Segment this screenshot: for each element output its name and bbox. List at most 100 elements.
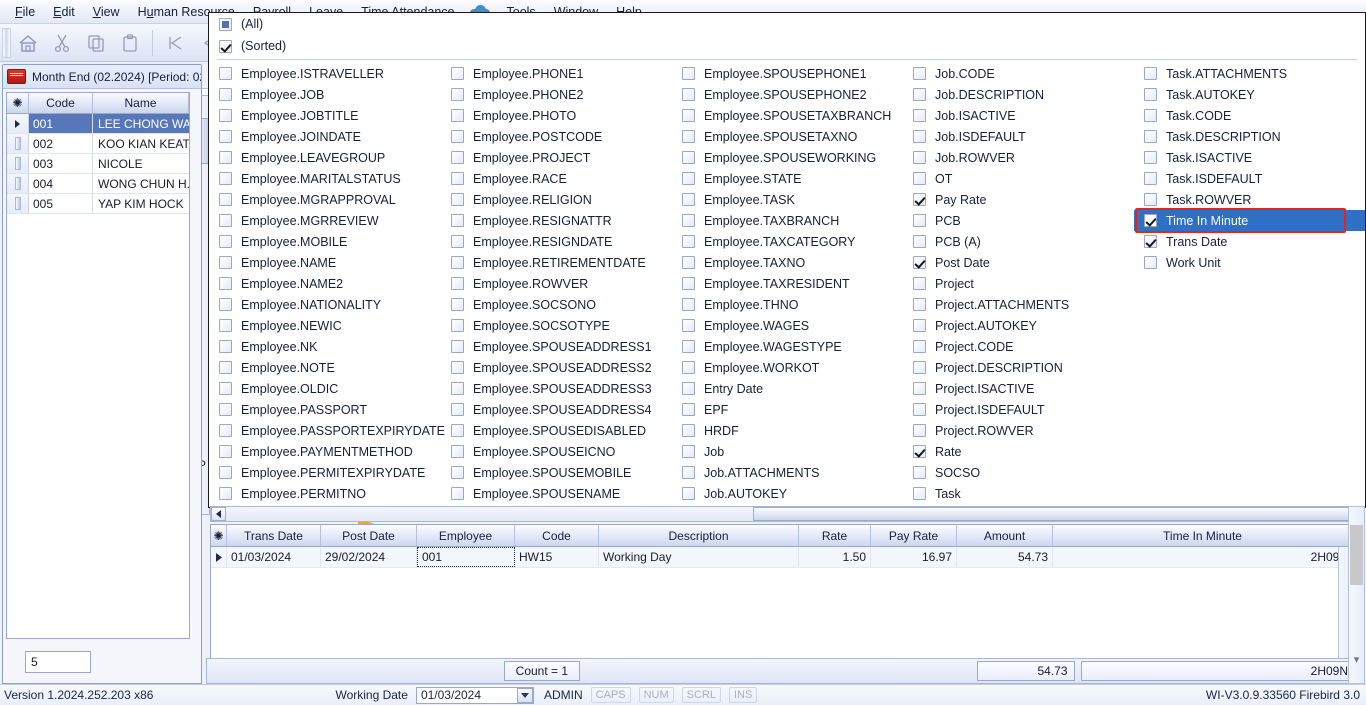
dropdown-item[interactable]: Employee.JOBTITLE — [209, 105, 441, 126]
checkbox[interactable] — [219, 340, 232, 353]
dropdown-item[interactable]: Employee.NEWIC — [209, 315, 441, 336]
checkbox[interactable] — [1144, 214, 1157, 227]
detail-column-code[interactable]: Code — [515, 525, 599, 546]
dropdown-item[interactable]: Employee.SPOUSEMOBILE — [441, 462, 672, 483]
checkbox[interactable] — [913, 277, 926, 290]
dropdown-item[interactable]: Project.AUTOKEY — [903, 315, 1134, 336]
dropdown-item[interactable]: Employee.SPOUSETAXNO — [672, 126, 903, 147]
checkbox[interactable] — [451, 340, 464, 353]
cell-code[interactable]: HW15 — [515, 547, 599, 567]
dropdown-item[interactable]: Employee.PHOTO — [441, 105, 672, 126]
checkbox[interactable] — [682, 88, 695, 101]
checkbox[interactable] — [1144, 88, 1157, 101]
checkbox-all[interactable] — [219, 18, 232, 31]
checkbox[interactable] — [451, 88, 464, 101]
dropdown-item[interactable]: Employee.SPOUSEADDRESS3 — [441, 378, 672, 399]
checkbox[interactable] — [1144, 130, 1157, 143]
dropdown-item[interactable]: SOCSO — [903, 462, 1134, 483]
checkbox[interactable] — [451, 214, 464, 227]
checkbox[interactable] — [682, 382, 695, 395]
dropdown-item[interactable]: Employee.RACE — [441, 168, 672, 189]
paste-icon[interactable] — [113, 27, 147, 59]
employee-column-code[interactable]: Code — [29, 93, 93, 113]
checkbox[interactable] — [1144, 193, 1157, 206]
scroll-thumb[interactable] — [753, 507, 1353, 521]
dropdown-item[interactable]: Employee.TAXCATEGORY — [672, 231, 903, 252]
scroll-track[interactable] — [226, 507, 753, 521]
dropdown-item[interactable]: Work Unit — [1134, 252, 1365, 273]
dropdown-item[interactable]: HRDF — [672, 420, 903, 441]
dropdown-item[interactable]: Task.ISDEFAULT — [1134, 168, 1365, 189]
checkbox[interactable] — [913, 193, 926, 206]
menu-item-file[interactable]: File — [6, 2, 44, 22]
dropdown-item[interactable]: Employee.PASSPORT — [209, 399, 441, 420]
employee-code-cell[interactable]: 002 — [29, 134, 93, 153]
dropdown-item[interactable]: Task.ISACTIVE — [1134, 147, 1365, 168]
checkbox[interactable] — [913, 130, 926, 143]
menu-item-edit[interactable]: Edit — [44, 2, 84, 22]
dropdown-item[interactable]: Job.ATTACHMENTS — [672, 462, 903, 483]
dropdown-item[interactable]: Employee.MGRAPPROVAL — [209, 189, 441, 210]
employee-grid[interactable]: ✺ Code Name 001 LEE CHONG WAI 002 KOO KI… — [6, 92, 190, 639]
dropdown-item[interactable]: Employee.RELIGION — [441, 189, 672, 210]
checkbox[interactable] — [451, 298, 464, 311]
checkbox[interactable] — [451, 193, 464, 206]
checkbox[interactable] — [682, 193, 695, 206]
dropdown-item[interactable]: Employee.TASK — [672, 189, 903, 210]
home-icon[interactable] — [11, 27, 45, 59]
dropdown-item[interactable]: Project.ROWVER — [903, 420, 1134, 441]
dropdown-item[interactable]: Employee.RESIGNATTR — [441, 210, 672, 231]
checkbox[interactable] — [913, 298, 926, 311]
dropdown-item[interactable]: Employee.ISTRAVELLER — [209, 63, 441, 84]
checkbox[interactable] — [682, 256, 695, 269]
checkbox[interactable] — [219, 193, 232, 206]
checkbox[interactable] — [219, 172, 232, 185]
dropdown-item[interactable]: Project.ISACTIVE — [903, 378, 1134, 399]
checkbox[interactable] — [1144, 151, 1157, 164]
checkbox-sorted[interactable] — [219, 40, 232, 53]
dropdown-item[interactable]: Employee.POSTCODE — [441, 126, 672, 147]
checkbox[interactable] — [913, 319, 926, 332]
checkbox[interactable] — [682, 424, 695, 437]
checkbox[interactable] — [682, 487, 695, 500]
dropdown-item[interactable]: Employee.WORKOT — [672, 357, 903, 378]
detail-horizontal-scrollbar[interactable] — [210, 506, 1354, 522]
checkbox[interactable] — [451, 172, 464, 185]
dropdown-item[interactable]: Job.ISDEFAULT — [903, 126, 1134, 147]
dropdown-item[interactable]: Employee.SPOUSEADDRESS2 — [441, 357, 672, 378]
copy-icon[interactable] — [79, 27, 113, 59]
checkbox[interactable] — [913, 382, 926, 395]
cut-icon[interactable] — [45, 27, 79, 59]
checkbox[interactable] — [219, 298, 232, 311]
scroll-left-icon[interactable] — [211, 507, 226, 521]
checkbox[interactable] — [913, 403, 926, 416]
checkbox[interactable] — [451, 130, 464, 143]
toolbar-grip[interactable] — [2, 28, 11, 58]
detail-column-rate[interactable]: Rate — [799, 525, 871, 546]
working-date-input[interactable]: 01/03/2024 — [416, 687, 534, 704]
checkbox[interactable] — [913, 151, 926, 164]
cell-rate[interactable]: 1.50 — [799, 547, 871, 567]
checkbox[interactable] — [913, 487, 926, 500]
table-row[interactable]: 01/03/2024 29/02/2024 001 HW15 Working D… — [211, 547, 1353, 568]
dropdown-item[interactable]: Job.ISACTIVE — [903, 105, 1134, 126]
dropdown-item[interactable]: Employee.PHONE2 — [441, 84, 672, 105]
checkbox[interactable] — [451, 403, 464, 416]
dropdown-item[interactable]: Employee.SPOUSETAXBRANCH — [672, 105, 903, 126]
outer-scrollbar-thumb[interactable] — [1350, 525, 1363, 585]
dropdown-item[interactable]: Employee.PAYMENTMETHOD — [209, 441, 441, 462]
dropdown-item[interactable]: Task.CODE — [1134, 105, 1365, 126]
dropdown-item[interactable]: Project.ISDEFAULT — [903, 399, 1134, 420]
dropdown-item[interactable]: Project.CODE — [903, 336, 1134, 357]
detail-column-description[interactable]: Description — [599, 525, 799, 546]
checkbox[interactable] — [219, 277, 232, 290]
checkbox[interactable] — [219, 235, 232, 248]
checkbox[interactable] — [913, 466, 926, 479]
dropdown-item[interactable]: Employee.NAME2 — [209, 273, 441, 294]
dropdown-item[interactable]: Employee.SPOUSEPHONE1 — [672, 63, 903, 84]
checkbox[interactable] — [682, 130, 695, 143]
dropdown-item[interactable]: Trans Date — [1134, 231, 1365, 252]
dropdown-item[interactable]: Job.CODE — [903, 63, 1134, 84]
dropdown-item[interactable]: Employee.THNO — [672, 294, 903, 315]
detail-column-time-in-minute[interactable]: Time In Minute — [1053, 525, 1353, 546]
